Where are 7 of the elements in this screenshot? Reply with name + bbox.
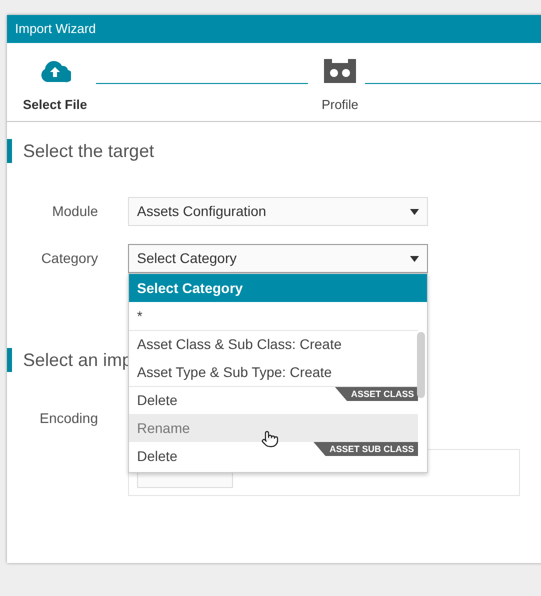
group-tag: ASSET CLASS [334,387,418,401]
section-title: Select the target [23,140,154,163]
window-title: Import Wizard [15,20,96,38]
field-label: Encoding [38,409,98,428]
group-tag: ASSET SUB CLASS [313,442,418,456]
field-label: Category [40,249,98,268]
field-label: Module [51,202,98,221]
